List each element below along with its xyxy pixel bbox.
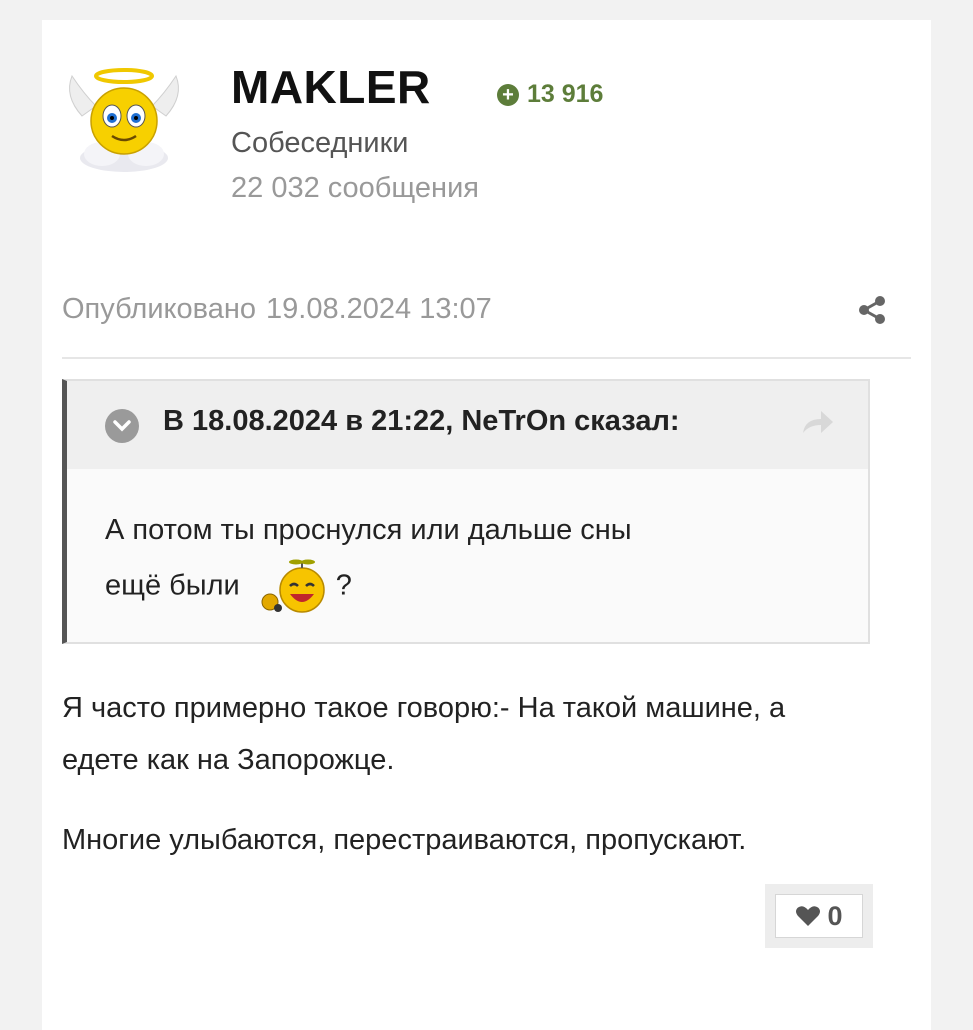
quote-block: В 18.08.2024 в 21:22, NeTrOn сказал: А п… (62, 379, 870, 644)
posts-count-label: сообщения (327, 172, 479, 204)
share-icon[interactable] (856, 294, 888, 326)
published-label: Опубликовано (62, 293, 257, 325)
quote-citation[interactable]: В 18.08.2024 в 21:22, NeTrOn сказал: (163, 405, 680, 438)
quote-toggle-button[interactable] (105, 409, 139, 443)
like-button[interactable]: 0 (775, 894, 863, 938)
quote-line-2-text: ещё были (105, 569, 240, 602)
posts-count-value: 22 032 (231, 172, 320, 204)
avatar[interactable] (62, 66, 186, 176)
heart-icon (796, 906, 821, 926)
laughing-smiley-icon (261, 559, 325, 613)
post-content: Я часто примерно такое говорю:- На такой… (62, 682, 892, 894)
quote-line-2: ещё были ? (105, 558, 805, 616)
author-name[interactable]: MAKLER (231, 60, 431, 114)
divider (62, 357, 911, 359)
quote-line-1: А потом ты проснулся или дальше сны (105, 514, 632, 546)
author-posts-count: 22 032 сообщения (231, 172, 479, 205)
reply-arrow-icon[interactable] (799, 407, 835, 437)
quote-line-2-end: ? (335, 569, 352, 602)
like-count: 0 (827, 900, 843, 931)
plus-circle-icon: + (497, 83, 519, 106)
post-date: Опубликовано 19.08.2024 13:07 (62, 293, 492, 326)
reaction-bar: 0 (765, 884, 873, 948)
reputation-value: 13 916 (527, 80, 604, 108)
author-group: Собеседники (231, 127, 409, 159)
quote-header: В 18.08.2024 в 21:22, NeTrOn сказал: (67, 381, 868, 469)
reputation-badge[interactable]: + 13 916 (497, 80, 603, 109)
post-paragraph: Я часто примерно такое говорю:- На такой… (62, 692, 786, 776)
quote-text: А потом ты проснулся или дальше сны ещё … (105, 503, 805, 616)
chevron-down-icon (113, 420, 131, 432)
angel-smiley-icon (69, 68, 179, 172)
published-date[interactable]: 19.08.2024 13:07 (266, 293, 492, 325)
post-paragraph: Многие улыбаются, перестраиваются, пропу… (62, 824, 747, 856)
